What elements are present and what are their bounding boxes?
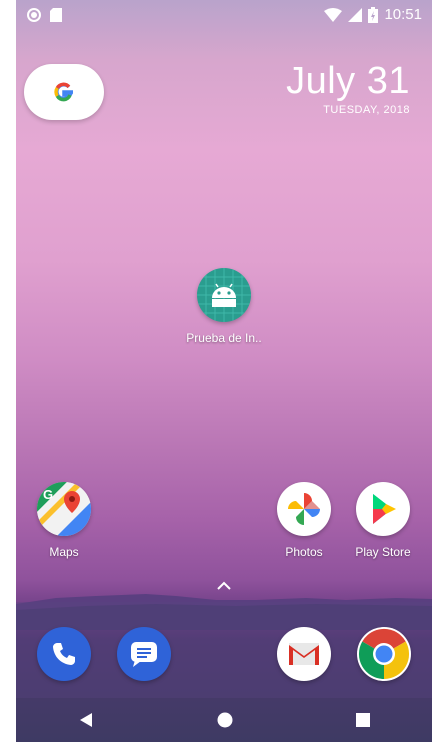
chrome-icon — [357, 627, 411, 681]
signal-icon — [348, 7, 363, 22]
photos-icon — [277, 482, 331, 536]
play-store-icon — [356, 482, 410, 536]
wifi-icon — [324, 7, 343, 22]
date-widget[interactable]: July 31 TUESDAY, 2018 — [286, 60, 410, 116]
home-icon[interactable] — [217, 712, 233, 728]
google-g-icon — [54, 82, 73, 102]
maps-icon: G — [37, 482, 91, 536]
recents-icon[interactable] — [356, 713, 371, 727]
sd-card-icon — [50, 8, 62, 22]
app-play-store[interactable]: Play Store — [343, 482, 423, 559]
app-label: Photos — [285, 545, 323, 559]
app-maps[interactable]: G Maps — [24, 482, 104, 559]
svg-text:G: G — [43, 487, 53, 502]
dock-gmail[interactable] — [277, 627, 331, 681]
day-year-text: TUESDAY, 2018 — [323, 104, 410, 116]
home-screen: 10:51 July 31 TUESDAY, 2018 Prueba de In… — [16, 0, 432, 742]
status-bar: 10:51 — [16, 0, 432, 32]
app-photos[interactable]: Photos — [264, 482, 344, 559]
date-text: July 31 — [286, 60, 410, 102]
app-label: Play Store — [355, 545, 411, 559]
battery-icon — [368, 6, 379, 23]
android-icon — [197, 268, 251, 322]
gmail-icon — [277, 627, 331, 681]
messages-icon — [117, 627, 171, 681]
app-label: Prueba de In.. — [186, 331, 262, 345]
chevron-up-icon[interactable] — [215, 580, 233, 592]
app-label: Maps — [49, 545, 79, 559]
record-icon — [27, 8, 41, 22]
dock-messages[interactable] — [117, 627, 171, 681]
navigation-bar — [16, 698, 432, 742]
app-prueba[interactable]: Prueba de In.. — [184, 268, 264, 345]
phone-icon — [37, 627, 91, 681]
back-icon[interactable] — [78, 712, 94, 728]
dock-chrome[interactable] — [357, 627, 411, 681]
dock — [16, 602, 432, 698]
status-time: 10:51 — [384, 6, 422, 23]
google-search-widget[interactable] — [24, 64, 104, 120]
dock-phone[interactable] — [37, 627, 91, 681]
